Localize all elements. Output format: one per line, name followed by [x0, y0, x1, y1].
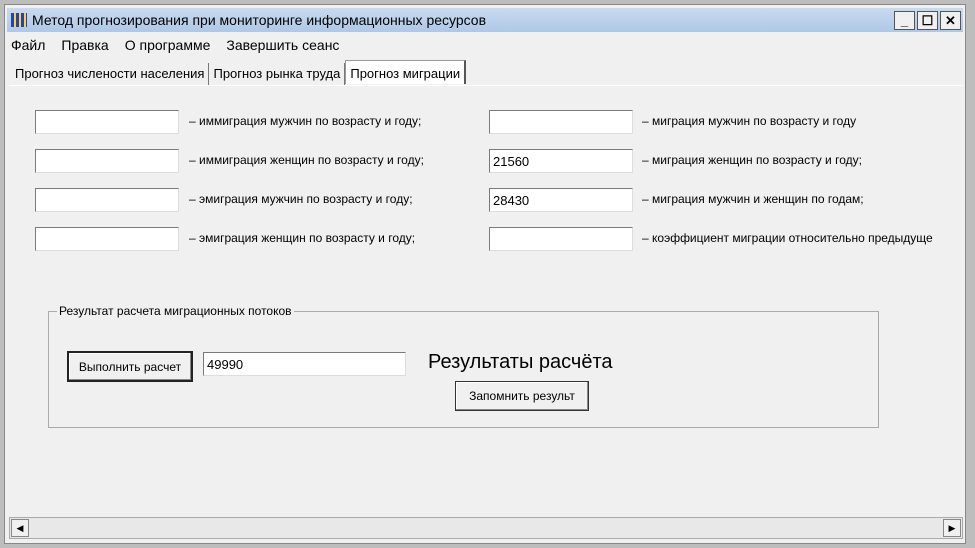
result-group: Результат расчета миграционных потоков В…	[48, 304, 879, 428]
app-icon	[11, 13, 27, 27]
migration-total-input[interactable]: 28430	[489, 188, 633, 212]
menu-edit[interactable]: Правка	[61, 37, 108, 53]
immigration-men-input[interactable]	[35, 110, 179, 134]
window-title: Метод прогнозирования при мониторинге ин…	[32, 12, 487, 28]
result-value-input[interactable]: 49990	[203, 352, 406, 376]
emigration-men-label: – эмиграция мужчин по возрасту и году;	[189, 192, 413, 206]
scroll-right-icon[interactable]: ▶	[943, 519, 961, 537]
emigration-women-input[interactable]	[35, 227, 179, 251]
close-button[interactable]: ✕	[940, 11, 961, 30]
save-result-button[interactable]: Запомнить результ	[455, 381, 589, 411]
migration-men-input[interactable]	[489, 110, 633, 134]
migration-men-label: – миграция мужчин по возрасту и году	[642, 114, 857, 128]
tab-bar: Прогноз числености населения Прогноз рын…	[11, 60, 467, 85]
title-bar: Метод прогнозирования при мониторинге ин…	[7, 8, 963, 32]
emigration-men-input[interactable]	[35, 188, 179, 212]
immigration-women-label: – иммиграция женщин по возрасту и году;	[189, 153, 424, 167]
maximize-button[interactable]: ☐	[917, 11, 938, 30]
minimize-button[interactable]: _	[894, 11, 915, 30]
menu-bar: Файл Правка О программе Завершить сеанс	[11, 37, 339, 53]
menu-about[interactable]: О программе	[125, 37, 211, 53]
menu-logout[interactable]: Завершить сеанс	[226, 37, 339, 53]
app-window: Метод прогнозирования при мониторинге ин…	[4, 4, 966, 544]
migration-women-input[interactable]: 21560	[489, 149, 633, 173]
migration-total-label: – миграция мужчин и женщин по годам;	[642, 192, 864, 206]
tab-labor-market[interactable]: Прогноз рынка труда	[209, 63, 346, 85]
emigration-women-label: – эмиграция женщин по возрасту и году;	[189, 231, 416, 245]
result-group-legend: Результат расчета миграционных потоков	[57, 304, 294, 318]
horizontal-scrollbar[interactable]: ◀ ▶	[9, 517, 963, 539]
migration-coefficient-input[interactable]	[489, 227, 633, 251]
migration-coefficient-label: – коэффициент миграции относительно пред…	[642, 231, 933, 245]
migration-women-label: – миграция женщин по возрасту и году;	[642, 153, 862, 167]
run-calculation-button[interactable]: Выполнить расчет	[67, 351, 193, 382]
immigration-women-input[interactable]	[35, 149, 179, 173]
menu-file[interactable]: Файл	[11, 37, 45, 53]
tab-population[interactable]: Прогноз числености населения	[11, 63, 210, 85]
migration-panel: – иммиграция мужчин по возрасту и году; …	[9, 85, 963, 515]
tab-migration[interactable]: Прогноз миграции	[345, 60, 467, 84]
immigration-men-label: – иммиграция мужчин по возрасту и году;	[189, 114, 422, 128]
results-heading: Результаты расчёта	[428, 351, 613, 373]
scroll-left-icon[interactable]: ◀	[11, 519, 29, 537]
